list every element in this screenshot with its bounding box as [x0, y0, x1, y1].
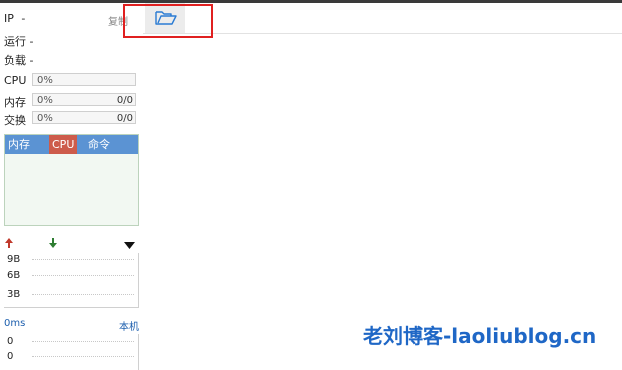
- uptime-row: 运行 -: [4, 33, 33, 49]
- latency-header: 0ms 本机: [4, 318, 139, 333]
- memory-meter-percent: 0%: [37, 95, 53, 106]
- tab-sort-memory[interactable]: 内存: [5, 135, 33, 154]
- memory-meter-amount: 0/0: [116, 95, 133, 106]
- swap-meter-amount: 0/0: [116, 113, 133, 124]
- swap-meter-label: 交换: [4, 114, 26, 127]
- load-row: 负载 -: [4, 52, 33, 68]
- watermark: 老刘博客-laoliublog.cn: [363, 324, 597, 348]
- latency-target[interactable]: 本机: [119, 318, 139, 333]
- latency-axis-label: 0: [7, 336, 14, 347]
- tab-bar: [143, 3, 622, 34]
- gridline: [32, 356, 134, 357]
- process-tab-bar: 内存 CPU 命令: [5, 135, 138, 154]
- caret-down-icon[interactable]: [124, 239, 135, 253]
- cpu-meter-percent: 0%: [37, 75, 53, 86]
- gridline: [32, 341, 134, 342]
- uptime-value: -: [29, 35, 34, 48]
- ip-label: IP: [4, 12, 14, 25]
- arrow-up-icon[interactable]: [4, 237, 14, 252]
- cpu-meter-label: CPU: [4, 74, 27, 87]
- latency-chart: 0 0: [4, 334, 139, 370]
- tab-sort-command[interactable]: 命令: [85, 135, 113, 154]
- latency-value: 0ms: [4, 318, 26, 329]
- uptime-label: 运行: [4, 35, 26, 48]
- main-area: [143, 3, 622, 370]
- process-panel: 内存 CPU 命令: [4, 134, 139, 226]
- arrow-down-icon[interactable]: [48, 237, 58, 252]
- swap-meter-percent: 0%: [37, 113, 53, 124]
- gridline: [32, 259, 134, 260]
- traffic-axis-label: 9B: [7, 254, 21, 265]
- highlight-annotation: [123, 4, 213, 38]
- cpu-meter: 0%: [32, 73, 136, 86]
- ip-value: -: [21, 12, 26, 25]
- memory-meter: 0% 0/0: [32, 93, 136, 106]
- sidebar: IP - 复制 运行 - 负载 - CPU 0% 内存 0% 0/0 交换 0%…: [0, 3, 143, 370]
- traffic-axis-label: 3B: [7, 289, 21, 300]
- tab-sort-cpu[interactable]: CPU: [49, 135, 78, 154]
- memory-meter-label: 内存: [4, 96, 26, 109]
- gridline: [32, 275, 134, 276]
- latency-axis-label: 0: [7, 351, 14, 362]
- swap-meter: 0% 0/0: [32, 111, 136, 124]
- load-value: -: [29, 54, 34, 67]
- gridline: [32, 294, 134, 295]
- traffic-axis-label: 6B: [7, 270, 21, 281]
- load-label: 负载: [4, 54, 26, 67]
- ip-row: IP -: [4, 12, 25, 25]
- traffic-chart: 9B 6B 3B: [4, 253, 139, 308]
